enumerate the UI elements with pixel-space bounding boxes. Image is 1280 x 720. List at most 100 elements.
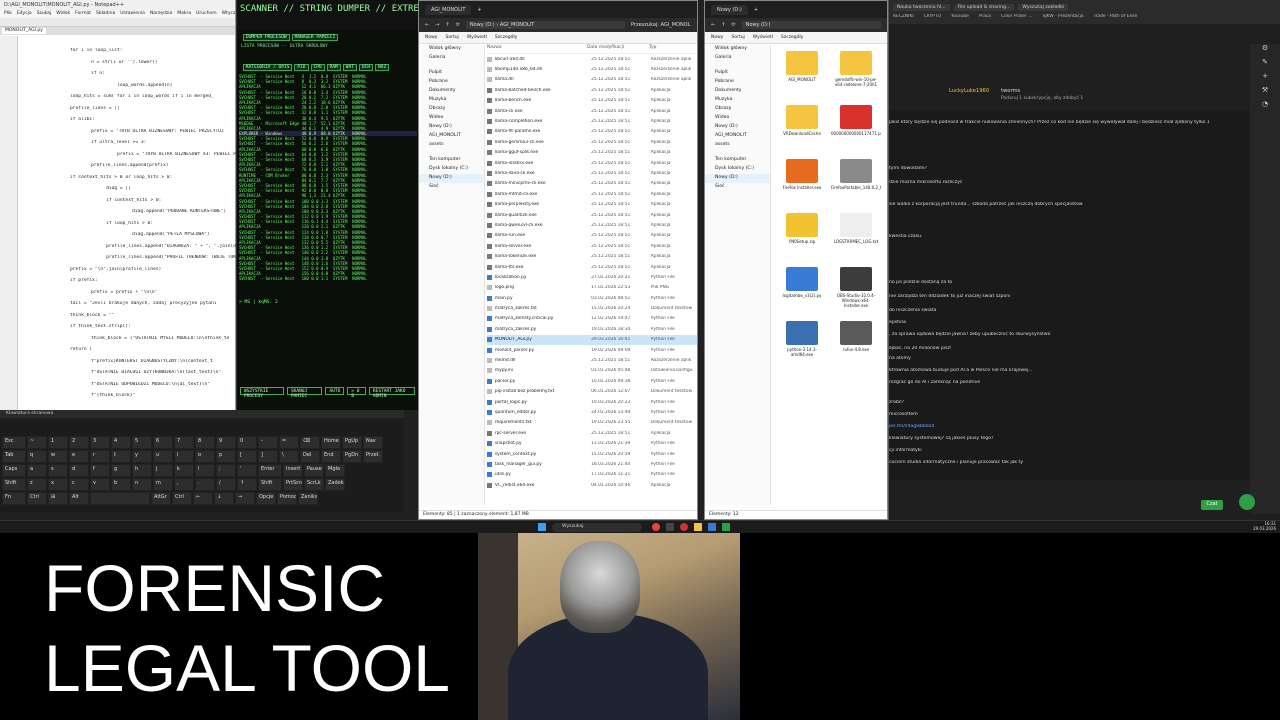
keyboard-key[interactable]: ⌫ (300, 436, 320, 449)
search-box[interactable]: Przeszukaj: AGI_MONOLIT (631, 22, 691, 28)
file-tile[interactable]: 000000000000117471.pdf (831, 105, 881, 159)
pen-icon[interactable]: ✎ (1250, 58, 1280, 72)
file-name[interactable]: libcurl-x64.dll (495, 57, 591, 62)
file-name[interactable]: llama-qwen2vl-cli.exe (495, 223, 591, 228)
keyboard-key[interactable]: d (69, 464, 89, 477)
file-name[interactable]: pip install bez problemy.txt (495, 389, 591, 394)
keyboard-key[interactable]: . (195, 478, 215, 491)
keyboard-key[interactable]: / (216, 478, 236, 491)
file-tile[interactable]: AGI_MONOLIT (777, 51, 827, 105)
file-tile[interactable]: LOGSTARMEC_LOG.txt (831, 213, 881, 267)
file-tile-label[interactable]: AGI_MONOLIT (777, 77, 827, 91)
keyboard-key[interactable]: Home (321, 436, 341, 449)
nav-item[interactable]: AGI_MONOLIT (705, 132, 770, 141)
nav-item[interactable]: Muzyka (705, 96, 770, 105)
file-row[interactable]: quantum_editor.py 24.02.2026 13:49 Python … (487, 407, 697, 417)
file-name[interactable]: system_context.py (495, 452, 591, 457)
explorer1-tab[interactable]: AGI_MONOLIT (425, 4, 472, 15)
column-header[interactable]: KATEGORIA / OPIS (243, 64, 293, 71)
file-row[interactable]: llama-fit-params.exe 25.12.2025 18:51 Apli… (487, 127, 697, 137)
keyboard-keys[interactable]: Esc ~1 2 3 4 5 6 7 8 9 0- = ⌫ Home PgUp Nav Tab q w e r t y u i o… (0, 422, 404, 512)
file-name[interactable]: MONOLIT_AGI.py (495, 337, 591, 342)
keyboard-key[interactable]: 2 (69, 436, 89, 449)
nav-item[interactable]: Pobrane (419, 78, 484, 87)
nav-item[interactable]: assets (419, 141, 484, 150)
explorer2-nav[interactable]: Widok główny Galeria Pulpit Pobrane Dokument… (705, 45, 771, 505)
keyboard-key[interactable]: w (48, 450, 68, 463)
file-row[interactable]: matryca_zakres.txt 15.02.2026 20:24 Dokume… (487, 303, 697, 313)
nav-item[interactable]: Nowy (D:) (419, 123, 484, 132)
file-row[interactable]: localization.py 27.02.2026 20:21 Python Fi… (487, 272, 697, 282)
file-name[interactable]: llama-mtmd-cli.exe (495, 192, 591, 197)
menu-item[interactable]: Widok (56, 11, 70, 17)
keyboard-key[interactable]: b (111, 478, 131, 491)
column-header[interactable]: UCH (358, 64, 374, 71)
file-name[interactable]: task_manager_gui.py (495, 462, 591, 467)
file-name[interactable]: llama-tokenize.exe (495, 254, 591, 259)
file-name[interactable]: llama-completion.exe (495, 119, 591, 124)
file-row[interactable]: pip install bez problemy.txt 06.01.2026 1… (487, 387, 697, 397)
file-tile-label[interactable]: YN0Setup.zip (777, 239, 827, 253)
keyboard-key[interactable]: ~ (27, 436, 47, 449)
toolbar-item[interactable]: Wyświetl (467, 35, 487, 40)
menu-item[interactable]: Składnia (96, 11, 115, 17)
file-tile[interactable]: YN0Setup.zip (777, 213, 827, 267)
nav-item[interactable]: Dokumenty (705, 87, 770, 96)
path-bar[interactable]: Nowy (D:) (741, 21, 881, 29)
browser-tab[interactable]: Nauka tworzenia hl... (893, 3, 950, 11)
keyboard-key[interactable]: PgDn (342, 450, 362, 463)
keyboard-key[interactable]: Opcje (256, 492, 276, 505)
keyboard-key[interactable]: ⊞ (48, 492, 68, 505)
nav-item[interactable]: Muzyka (419, 96, 484, 105)
process-row[interactable]: SVCHOST - Service Host 160 0.0 1.1 SYSTE… (239, 276, 417, 281)
file-name[interactable]: mypy.ini (495, 368, 591, 373)
keyboard-key[interactable]: ' (237, 464, 257, 477)
file-tile-label[interactable]: FirefoxPortable_148.0.2_Polish.paf.exe (831, 185, 881, 199)
footer-button[interactable]: > 0 B (347, 387, 366, 399)
file-row[interactable]: llama-qwen2vl-cli.exe 25.12.2025 18:51 Apl… (487, 220, 697, 230)
settings-icon[interactable]: ⚙ (1250, 44, 1280, 58)
keyboard-key[interactable]: \ (279, 450, 299, 463)
menu-item[interactable]: Szukaj (37, 11, 52, 17)
explorer2-address[interactable]: ← ↑ ⟳ Nowy (D:) (705, 18, 887, 32)
file-row[interactable]: portal_logic.py 10.03.2026 20:23 Python Fi… (487, 397, 697, 407)
menu-item[interactable]: Wtyczki (222, 11, 235, 17)
notepad-window[interactable]: D:\AGI_MONOLIT\MONOLIT_AGI.py - Notepad+… (0, 0, 236, 410)
notepad-tabs[interactable]: MONOLIT_AGI.py (0, 27, 235, 35)
file-row[interactable]: mypy.ini 01.01.2026 05:48 Ustawienia konfi… (487, 366, 697, 376)
nav-item[interactable]: Dysk lokalny (C:) (705, 165, 770, 174)
keyboard-key[interactable]: ← (193, 492, 213, 505)
keyboard-key[interactable]: o (195, 450, 215, 463)
nav-item[interactable]: Nowy (D:) (705, 174, 770, 183)
file-name[interactable]: llama-bench.exe (495, 98, 591, 103)
nav-item[interactable]: Ten komputer (705, 156, 770, 165)
footer-button[interactable]: SKANUJ PAMIEC (286, 387, 323, 399)
explorer-drive-d[interactable]: Nowy (D:) + ← ↑ ⟳ Nowy (D:) Nowy Sortuj Wyświ… (704, 0, 888, 520)
file-tile-label[interactable]: logitambe_v3(2).py (777, 293, 827, 307)
file-name[interactable]: llama-gguf-split.exe (495, 150, 591, 155)
nav-item[interactable]: Nowy (D:) (419, 174, 484, 183)
keyboard-key[interactable]: 9 (216, 436, 236, 449)
tool-icon[interactable]: ⚒ (1250, 86, 1280, 100)
code-editor[interactable]: for i in loop_list: n = str(i or '').low… (0, 36, 236, 410)
keyboard-key[interactable]: [ (237, 450, 257, 463)
file-tile[interactable]: rufus-4.8.exe (831, 321, 881, 375)
file-row[interactable]: llama-gemma3-cli.exe 25.12.2025 18:51 Apli… (487, 137, 697, 147)
file-name[interactable]: llama-imatrix.exe (495, 161, 591, 166)
file-name[interactable]: libomp140.x86_64.dll (495, 67, 591, 72)
file-tile-label[interactable]: 000000000000117471.pdf (831, 131, 881, 145)
explorer2-toolbar[interactable]: Nowy Sortuj Wyświetl Szczegóły (705, 32, 887, 44)
file-row[interactable]: main.py 03.02.2026 08:51 Python File (487, 293, 697, 303)
file-row[interactable]: llama-quantize.exe 25.12.2025 18:51 Aplika… (487, 210, 697, 220)
dumper-button[interactable]: DUMPER PROCESOW (243, 34, 290, 41)
file-name[interactable]: llama-run.exe (495, 233, 591, 238)
nav-item[interactable]: Pulpit (419, 69, 484, 78)
file-row[interactable]: llama-llava-cli.exe 25.12.2025 18:51 Aplik… (487, 168, 697, 178)
keyboard-key[interactable]: Caps (2, 464, 26, 477)
footer-button[interactable]: AUTO (325, 387, 345, 395)
keyboard-key[interactable]: 8 (195, 436, 215, 449)
keyboard-key[interactable]: ↑ (237, 478, 257, 491)
file-row[interactable]: VC_redist.x64.exe 04.01.2026 10:46 Aplikac… (487, 480, 697, 490)
keyboard-key[interactable]: l (195, 464, 215, 477)
bell-icon[interactable]: ◔ (1250, 100, 1280, 114)
